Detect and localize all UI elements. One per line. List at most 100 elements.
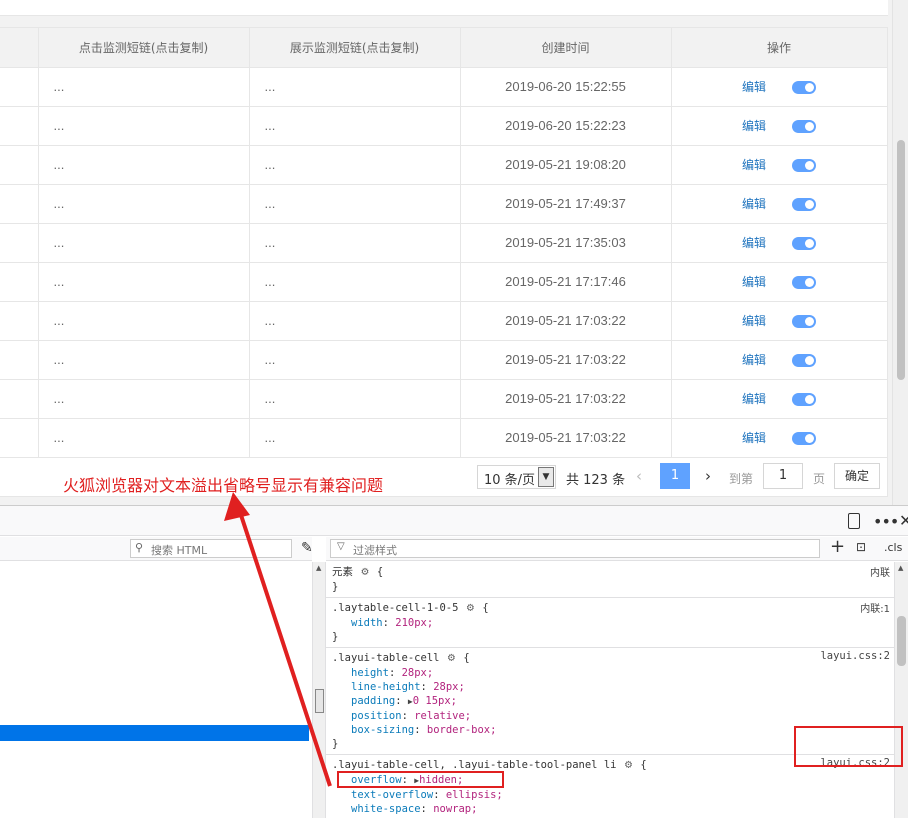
- cell-show-link[interactable]: ...: [249, 340, 461, 380]
- edit-link[interactable]: 编辑: [742, 275, 766, 289]
- more-options-icon[interactable]: •••: [873, 512, 899, 531]
- edit-link[interactable]: 编辑: [742, 158, 766, 172]
- edit-link[interactable]: 编辑: [742, 392, 766, 406]
- chevron-down-icon[interactable]: ▼: [538, 467, 554, 487]
- cell-show-link[interactable]: ...: [249, 379, 461, 419]
- css-property[interactable]: height: [351, 667, 389, 679]
- cell-show-link[interactable]: ...: [249, 67, 461, 107]
- css-value[interactable]: nowrap;: [433, 803, 477, 815]
- markup-view[interactable]: [0, 562, 312, 818]
- css-value[interactable]: 28px;: [402, 667, 434, 679]
- cell-click-link[interactable]: ...: [38, 67, 250, 107]
- status-toggle[interactable]: [792, 237, 816, 251]
- cls-toggle[interactable]: .cls: [884, 541, 902, 554]
- gear-icon[interactable]: ⚙: [467, 600, 474, 614]
- rules-scrollbar[interactable]: ▲: [894, 562, 908, 818]
- css-property[interactable]: box-sizing: [351, 724, 414, 736]
- edit-link[interactable]: 编辑: [742, 80, 766, 94]
- cell-click-link[interactable]: ...: [38, 262, 250, 302]
- edit-link[interactable]: 编辑: [742, 314, 766, 328]
- page-scrollbar[interactable]: [892, 0, 908, 505]
- next-page-icon[interactable]: ›: [705, 467, 711, 485]
- selected-node-row[interactable]: [0, 725, 309, 741]
- rule-selector[interactable]: .layui-table-cell: [332, 652, 439, 664]
- css-value[interactable]: 0 15px;: [413, 695, 457, 707]
- edit-link[interactable]: 编辑: [742, 236, 766, 250]
- status-toggle[interactable]: [792, 315, 816, 329]
- cell-show-link[interactable]: ...: [249, 418, 461, 458]
- rule-source-link[interactable]: 内联: [870, 564, 890, 579]
- scroll-up-icon[interactable]: ▲: [898, 564, 903, 572]
- cell-click-link[interactable]: ...: [38, 418, 250, 458]
- css-property[interactable]: line-height: [351, 681, 421, 693]
- cell-click-link[interactable]: ...: [38, 106, 250, 146]
- scroll-up-icon[interactable]: ▲: [316, 564, 321, 572]
- prev-page-icon[interactable]: ‹: [636, 467, 642, 485]
- css-value[interactable]: ellipsis;: [446, 789, 503, 801]
- current-page-button[interactable]: 1: [660, 463, 690, 489]
- add-rule-icon[interactable]: +: [830, 536, 845, 557]
- edit-link[interactable]: 编辑: [742, 197, 766, 211]
- css-property[interactable]: position: [351, 710, 402, 722]
- col-header-click-link[interactable]: 点击监测短链(点击复制): [38, 28, 250, 68]
- edit-link[interactable]: 编辑: [742, 431, 766, 445]
- markup-scrollbar-thumb[interactable]: [315, 689, 324, 713]
- status-toggle[interactable]: [792, 393, 816, 407]
- cell-show-link[interactable]: ...: [249, 301, 461, 341]
- css-declaration[interactable]: width: 210px;: [332, 616, 894, 630]
- rule-source-link[interactable]: layui.css:2: [820, 650, 890, 662]
- cell-show-link[interactable]: ...: [249, 145, 461, 185]
- rule-selector[interactable]: .layui-table-cell, .layui-table-tool-pan…: [332, 759, 616, 771]
- rule-source-link[interactable]: 内联:1: [860, 600, 890, 615]
- css-declaration[interactable]: position: relative;: [332, 709, 894, 723]
- search-html-input[interactable]: ⚲ 搜索 HTML: [130, 539, 292, 558]
- cell-show-link[interactable]: ...: [249, 262, 461, 302]
- cell-click-link[interactable]: ...: [38, 223, 250, 263]
- col-header-show-link[interactable]: 展示监测短链(点击复制): [249, 28, 461, 68]
- status-toggle[interactable]: [792, 159, 816, 173]
- css-declaration[interactable]: padding: ▶0 15px;: [332, 694, 894, 709]
- status-toggle[interactable]: [792, 120, 816, 134]
- cell-show-link[interactable]: ...: [249, 223, 461, 263]
- cell-show-link[interactable]: ...: [249, 184, 461, 224]
- edit-link[interactable]: 编辑: [742, 119, 766, 133]
- cell-click-link[interactable]: ...: [38, 379, 250, 419]
- gear-icon[interactable]: ⚙: [625, 757, 632, 771]
- responsive-design-icon[interactable]: [848, 513, 860, 529]
- cell-show-link[interactable]: ...: [249, 106, 461, 146]
- css-value[interactable]: 210px;: [395, 617, 433, 629]
- status-toggle[interactable]: [792, 198, 816, 212]
- css-declaration[interactable]: white-space: nowrap;: [332, 802, 894, 816]
- col-header-created[interactable]: 创建时间: [460, 28, 672, 68]
- markup-scrollbar[interactable]: ▲: [312, 562, 326, 818]
- print-media-icon[interactable]: ⊡: [856, 540, 866, 554]
- page-size-select[interactable]: 10 条/页 ▼: [477, 465, 556, 489]
- goto-page-input[interactable]: 1: [763, 463, 803, 489]
- cell-click-link[interactable]: ...: [38, 301, 250, 341]
- css-property[interactable]: padding: [351, 695, 395, 707]
- status-toggle[interactable]: [792, 432, 816, 446]
- page-scrollbar-thumb[interactable]: [897, 140, 905, 380]
- css-property[interactable]: width: [351, 617, 383, 629]
- filter-styles-input[interactable]: ▽ 过滤样式: [330, 539, 820, 558]
- css-property[interactable]: white-space: [351, 803, 421, 815]
- status-toggle[interactable]: [792, 354, 816, 368]
- edit-link[interactable]: 编辑: [742, 353, 766, 367]
- css-declaration[interactable]: line-height: 28px;: [332, 680, 894, 694]
- rule-selector[interactable]: 元素: [332, 566, 353, 578]
- css-value[interactable]: relative;: [414, 710, 471, 722]
- css-value[interactable]: 28px;: [433, 681, 465, 693]
- gear-icon[interactable]: ⚙: [361, 564, 368, 578]
- cell-click-link[interactable]: ...: [38, 184, 250, 224]
- css-property[interactable]: text-overflow: [351, 789, 433, 801]
- rule-selector[interactable]: .laytable-cell-1-0-5: [332, 602, 458, 614]
- css-declaration[interactable]: text-overflow: ellipsis;: [332, 788, 894, 802]
- eyedropper-icon[interactable]: ✎: [301, 540, 313, 556]
- status-toggle[interactable]: [792, 81, 816, 95]
- css-value[interactable]: border-box;: [427, 724, 497, 736]
- cell-click-link[interactable]: ...: [38, 145, 250, 185]
- confirm-button[interactable]: 确定: [834, 463, 880, 489]
- css-declaration[interactable]: height: 28px;: [332, 666, 894, 680]
- rules-scrollbar-thumb[interactable]: [897, 616, 906, 666]
- cell-click-link[interactable]: ...: [38, 340, 250, 380]
